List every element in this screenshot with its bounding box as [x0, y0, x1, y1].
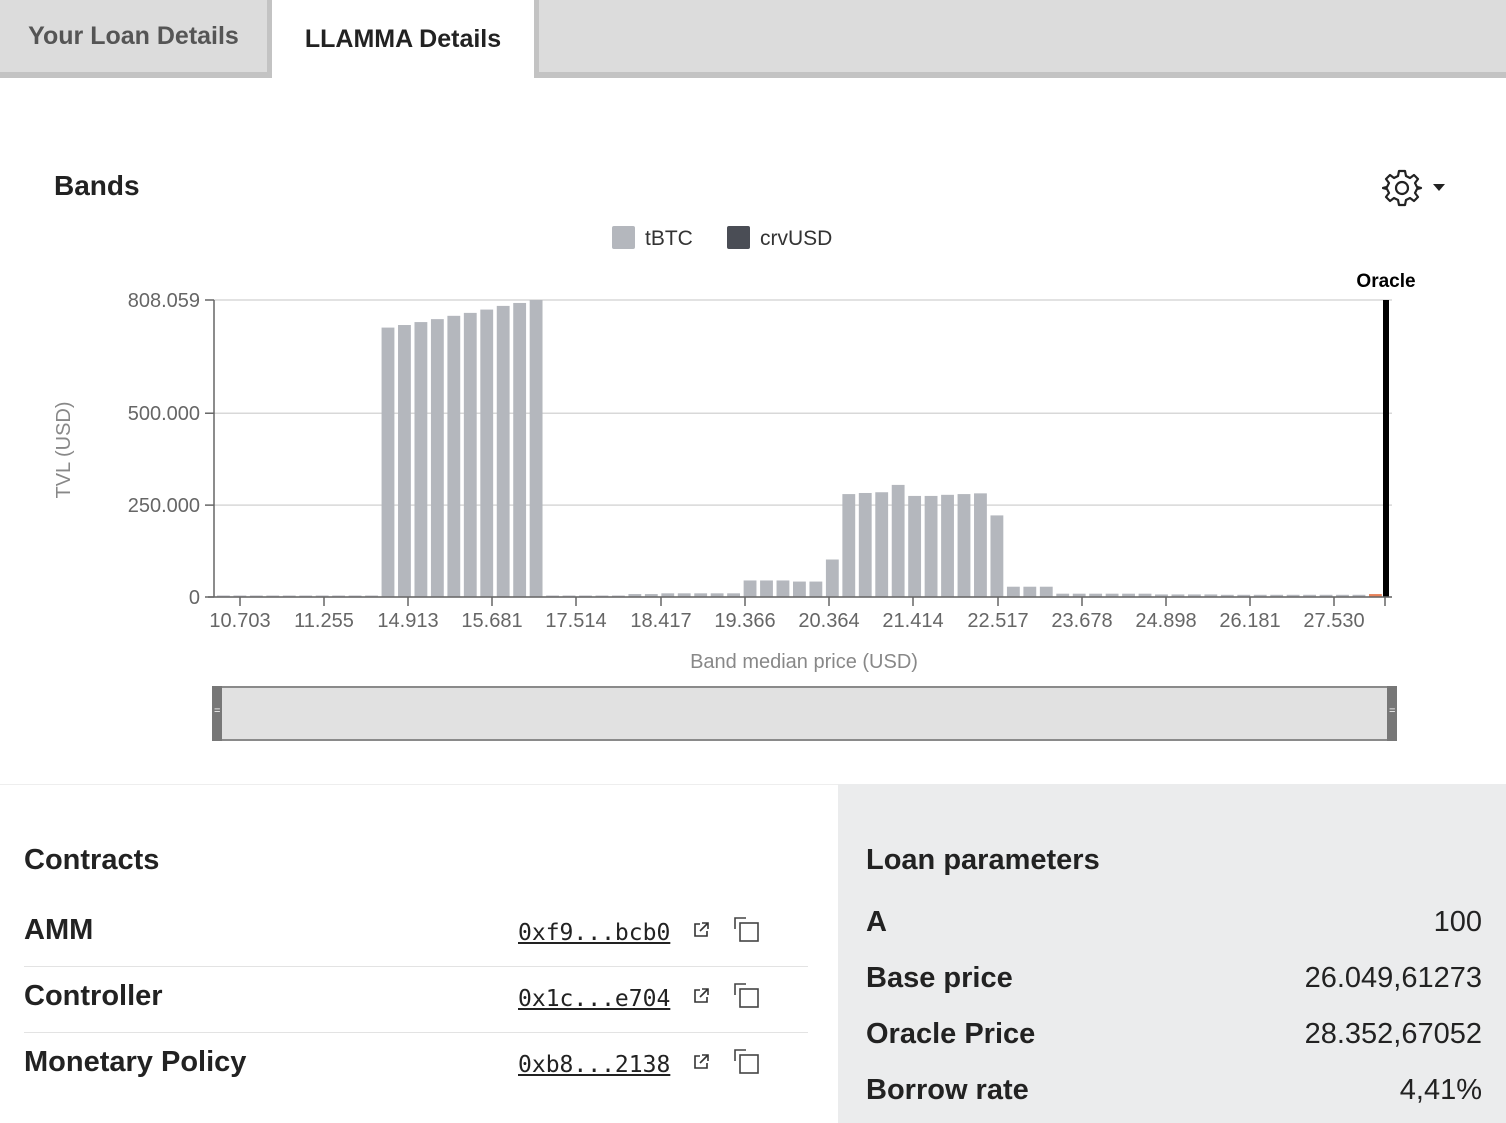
contract-address-link[interactable]: 0xb8...2138: [518, 1052, 670, 1078]
loan-parameters-panel: Loan parameters A 100 Base price 26.049,…: [838, 784, 1506, 1123]
x-tick-label: 27.530: [1303, 610, 1364, 632]
band-bar: [825, 559, 839, 597]
external-link-icon[interactable]: [692, 921, 710, 939]
x-tick-label: 20.364: [798, 610, 859, 632]
x-axis-label: Band median price (USD): [690, 651, 918, 673]
band-bar: [760, 580, 773, 597]
contract-label: Monetary Policy: [24, 1046, 247, 1078]
band-bar: [941, 494, 954, 597]
contract-row-monetary-policy: Monetary Policy 0xb8...2138: [24, 1032, 808, 1098]
band-bar: [957, 494, 971, 597]
bands-chart: tBTC crvUSD Oracle 0 250.000 500.000 808.059…: [53, 226, 1416, 673]
x-tick-label: 10.703: [209, 610, 270, 632]
tab-llamma-details[interactable]: LLAMMA Details: [272, 0, 534, 78]
x-tick-label: 18.417: [630, 610, 691, 632]
band-bar: [776, 580, 790, 597]
x-tick-label: 21.414: [882, 610, 943, 632]
param-row-oracle-price: Oracle Price 28.352,67052: [866, 1018, 1482, 1058]
y-tick-label: 250.000: [128, 495, 200, 517]
chart-settings-button[interactable]: [1381, 168, 1452, 208]
param-row-borrow-rate: Borrow rate 4,41%: [866, 1074, 1482, 1114]
param-label: Borrow rate: [866, 1074, 1029, 1106]
range-brush[interactable]: = =: [212, 686, 1397, 741]
y-tick-label: 0: [189, 587, 200, 609]
param-value: 26.049,61273: [1304, 962, 1482, 994]
param-label: Oracle Price: [866, 1018, 1036, 1050]
contract-address-link[interactable]: 0xf9...bcb0: [518, 920, 670, 946]
caret-down-icon: [1433, 184, 1445, 191]
contract-row-controller: Controller 0x1c...e704: [24, 966, 808, 1033]
contract-label: AMM: [24, 914, 94, 946]
band-bar: [809, 581, 823, 597]
param-value: 100: [1433, 906, 1482, 938]
band-bar: [430, 319, 444, 597]
y-axis-label: TVL (USD): [53, 401, 75, 498]
band-bar: [858, 492, 872, 597]
gear-icon: [1381, 169, 1445, 207]
x-tick-label: 15.681: [461, 610, 522, 632]
oracle-label: Oracle: [1356, 271, 1415, 292]
loan-parameters-title: Loan parameters: [866, 844, 1100, 876]
band-bar: [414, 322, 428, 597]
legend-swatch-crvusd: [727, 226, 750, 249]
band-bar: [1006, 586, 1020, 597]
tab-your-loan-details[interactable]: Your Loan Details: [0, 0, 272, 78]
band-bar: [513, 302, 527, 597]
band-bar: [480, 309, 494, 597]
x-tick-label: 26.181: [1219, 610, 1280, 632]
band-bar: [908, 495, 922, 597]
band-bar: [793, 581, 806, 597]
band-bar: [381, 327, 395, 597]
bands-title: Bands: [54, 170, 140, 201]
param-label: Base price: [866, 962, 1013, 994]
band-bar: [974, 493, 987, 597]
param-label: A: [866, 906, 887, 938]
x-tick-label: 23.678: [1051, 610, 1112, 632]
param-value: 4,41%: [1399, 1074, 1482, 1106]
contracts-title: Contracts: [24, 844, 160, 876]
band-bar: [1023, 586, 1037, 597]
contract-address-link[interactable]: 0x1c...e704: [518, 986, 670, 1012]
band-bar: [891, 484, 905, 597]
band-bar: [743, 580, 757, 597]
band-bar: [447, 315, 461, 597]
brush-right-handle[interactable]: =: [1387, 686, 1397, 741]
legend-swatch-tbtc: [612, 226, 635, 249]
band-bar: [529, 300, 543, 597]
band-bar: [924, 495, 938, 597]
external-link-icon[interactable]: [692, 1053, 710, 1071]
x-tick-label: 24.898: [1135, 610, 1196, 632]
band-bar: [990, 515, 1004, 597]
contract-row-amm: AMM 0xf9...bcb0: [24, 900, 808, 967]
contract-label: Controller: [24, 980, 163, 1012]
external-link-icon[interactable]: [692, 987, 710, 1005]
x-tick-label: 14.913: [377, 610, 438, 632]
x-tick-label: 17.514: [545, 610, 606, 632]
x-tick-label: 19.366: [714, 610, 775, 632]
tab-bar: Your Loan Details LLAMMA Details: [0, 0, 1506, 78]
band-bar: [1039, 586, 1053, 597]
param-row-a: A 100: [866, 906, 1482, 946]
contracts-panel: Contracts AMM 0xf9...bcb0 Controller 0x1…: [24, 784, 808, 1123]
band-bar: [496, 305, 510, 597]
param-value: 28.352,67052: [1304, 1018, 1482, 1050]
band-bar: [463, 312, 477, 597]
copy-icon[interactable]: [732, 981, 762, 1011]
tab-bar-filler: [534, 0, 1506, 78]
copy-icon[interactable]: [732, 915, 762, 945]
tab-label: LLAMMA Details: [304, 24, 502, 53]
band-bar: [842, 494, 856, 597]
brush-left-handle[interactable]: =: [212, 686, 222, 741]
param-row-base-price: Base price 26.049,61273: [866, 962, 1482, 1002]
y-tick-label: 500.000: [128, 403, 200, 425]
legend-label-crvusd: crvUSD: [760, 227, 832, 250]
tab-label: Your Loan Details: [28, 21, 239, 50]
y-tick-label: 808.059: [128, 290, 200, 312]
x-tick-label: 22.517: [967, 610, 1028, 632]
legend-label-tbtc: tBTC: [645, 227, 693, 250]
band-bar: [875, 492, 889, 597]
band-bar: [398, 325, 411, 597]
copy-icon[interactable]: [732, 1047, 762, 1077]
x-tick-label: 11.255: [294, 610, 354, 632]
